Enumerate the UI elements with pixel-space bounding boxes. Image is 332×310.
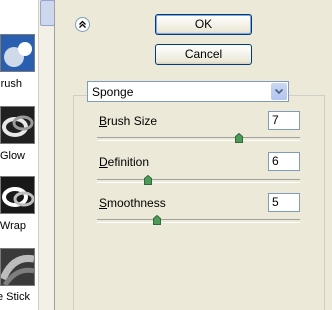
smudge-stick-thumbnail-icon bbox=[1, 249, 34, 285]
double-chevron-up-icon bbox=[79, 20, 86, 28]
smoothness-label-text: moothness bbox=[107, 196, 166, 210]
definition-label-text: efinition bbox=[107, 155, 150, 169]
brush-size-slider-track[interactable] bbox=[97, 137, 300, 141]
filter-gallery: Brush Glow c Wrap ge Stick bbox=[0, 0, 55, 310]
filter-thumb-brush[interactable] bbox=[0, 34, 35, 72]
brush-size-label-text: rush Size bbox=[107, 114, 158, 128]
brush-size-label: Brush Size bbox=[99, 114, 157, 128]
definition-mnemonic: D bbox=[99, 155, 108, 169]
filter-thumb-plastic-wrap[interactable] bbox=[0, 176, 35, 214]
collapse-gallery-button[interactable] bbox=[75, 17, 90, 32]
filter-select-value: Sponge bbox=[92, 85, 134, 99]
filter-thumb-smudge-stick[interactable] bbox=[0, 248, 35, 286]
select-dropdown-button[interactable] bbox=[271, 83, 287, 100]
brush-size-slider-thumb[interactable] bbox=[235, 133, 243, 143]
gallery-scrollbar[interactable] bbox=[38, 0, 54, 310]
ok-button[interactable]: OK bbox=[155, 14, 252, 35]
smoothness-mnemonic: S bbox=[99, 196, 108, 210]
filter-thumb-label: ge Stick bbox=[0, 291, 30, 303]
filter-select[interactable]: Sponge bbox=[87, 81, 289, 102]
brush-thumbnail-icon bbox=[1, 35, 34, 71]
filter-thumb-label: Glow bbox=[0, 150, 25, 162]
smoothness-slider-thumb[interactable] bbox=[153, 215, 161, 225]
smoothness-slider-track[interactable] bbox=[97, 219, 300, 223]
cancel-button[interactable]: Cancel bbox=[155, 44, 252, 65]
definition-label: Definition bbox=[99, 155, 149, 169]
smoothness-label: Smoothness bbox=[99, 196, 166, 210]
definition-slider-track[interactable] bbox=[97, 179, 300, 183]
filter-thumb-label: Brush bbox=[0, 78, 22, 90]
brush-size-field[interactable]: 7 bbox=[268, 111, 300, 130]
plastic-wrap-thumbnail-icon bbox=[1, 177, 34, 213]
filter-thumb-label: c Wrap bbox=[0, 220, 26, 232]
filter-thumb-glow[interactable] bbox=[0, 106, 35, 144]
definition-slider-thumb[interactable] bbox=[144, 175, 152, 185]
chevron-down-icon bbox=[274, 88, 284, 95]
definition-field[interactable]: 6 bbox=[268, 152, 300, 171]
smoothness-field[interactable]: 5 bbox=[268, 193, 300, 212]
brush-size-mnemonic: B bbox=[99, 114, 108, 128]
glow-thumbnail-icon bbox=[1, 107, 34, 143]
gallery-scroll-thumb[interactable] bbox=[40, 0, 54, 26]
